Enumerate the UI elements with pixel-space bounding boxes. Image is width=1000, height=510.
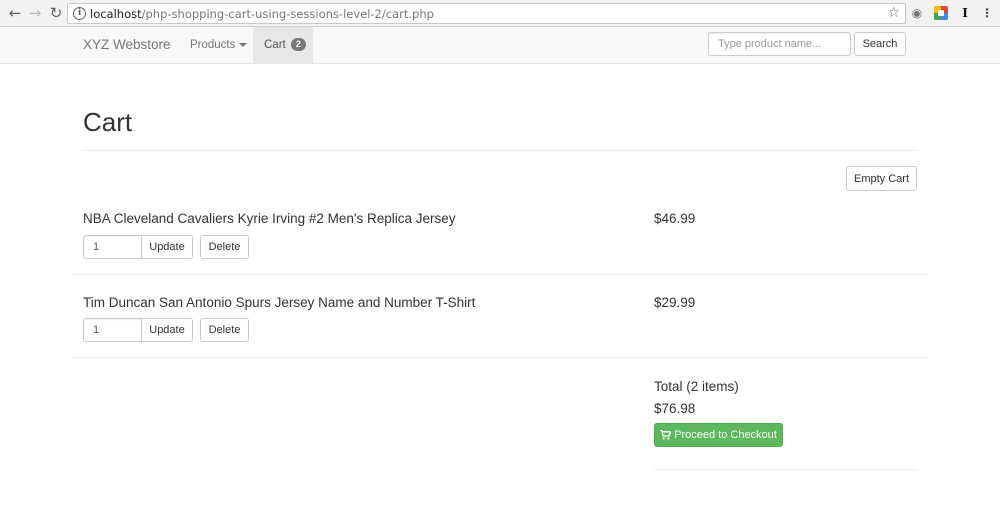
item-name: NBA Cleveland Cavaliers Kyrie Irving #2 … [83,211,456,226]
update-button[interactable]: Update [141,318,193,342]
nav-cart-label: Cart [264,39,286,51]
search-input[interactable] [708,32,851,56]
cart-count-badge: 2 [290,38,306,52]
reload-icon[interactable]: ↻ [47,4,65,22]
color-extension-icon[interactable] [934,6,948,20]
empty-cart-button[interactable]: Empty Cart [846,166,917,191]
delete-button[interactable]: Delete [200,235,249,259]
star-icon[interactable]: ☆ [887,5,900,21]
nav-products-label: Products [190,39,236,51]
info-icon[interactable]: i [73,7,86,20]
nav-cart-link[interactable]: Cart 2 [253,27,313,63]
title-divider [83,150,917,151]
total-label: Total (2 items) [654,379,739,394]
quantity-input[interactable] [83,318,141,342]
forward-icon[interactable]: → [26,4,44,22]
url-path: /php-shopping-cart-using-sessions-level-… [141,7,434,21]
caret-down-icon [239,42,248,47]
url-host: localhost [90,7,142,21]
total-divider [654,469,917,470]
item-price: $29.99 [654,295,696,310]
text-extension-icon[interactable]: I [958,6,972,20]
row-divider [72,274,928,275]
item-name: Tim Duncan San Antonio Spurs Jersey Name… [83,295,476,310]
camera-icon[interactable]: ◉ [910,6,924,20]
address-bar[interactable]: i localhost/php-shopping-cart-using-sess… [67,3,906,24]
checkout-button[interactable]: Proceed to Checkout [654,423,783,447]
menu-icon[interactable]: ⋮ [980,6,994,20]
site-navbar: XYZ Webstore Products Cart 2 Search [0,27,1000,64]
row-divider [72,357,928,358]
back-icon[interactable]: ← [6,4,24,22]
page-title: Cart [83,107,133,137]
delete-button[interactable]: Delete [200,318,249,342]
nav-products-dropdown[interactable]: Products [190,27,248,63]
item-price: $46.99 [654,211,696,226]
shopping-cart-icon [660,430,672,440]
total-amount: $76.98 [654,401,696,416]
quantity-input[interactable] [83,235,141,259]
url-text[interactable]: localhost/php-shopping-cart-using-sessio… [90,7,434,21]
update-button[interactable]: Update [141,235,193,259]
browser-toolbar: ← → ↻ i localhost/php-shopping-cart-usin… [0,0,1000,27]
quantity-group: Update [83,318,193,342]
quantity-group: Update [83,235,193,259]
search-button[interactable]: Search [854,32,906,56]
checkout-label: Proceed to Checkout [674,429,777,441]
brand-link[interactable]: XYZ Webstore [83,37,171,52]
